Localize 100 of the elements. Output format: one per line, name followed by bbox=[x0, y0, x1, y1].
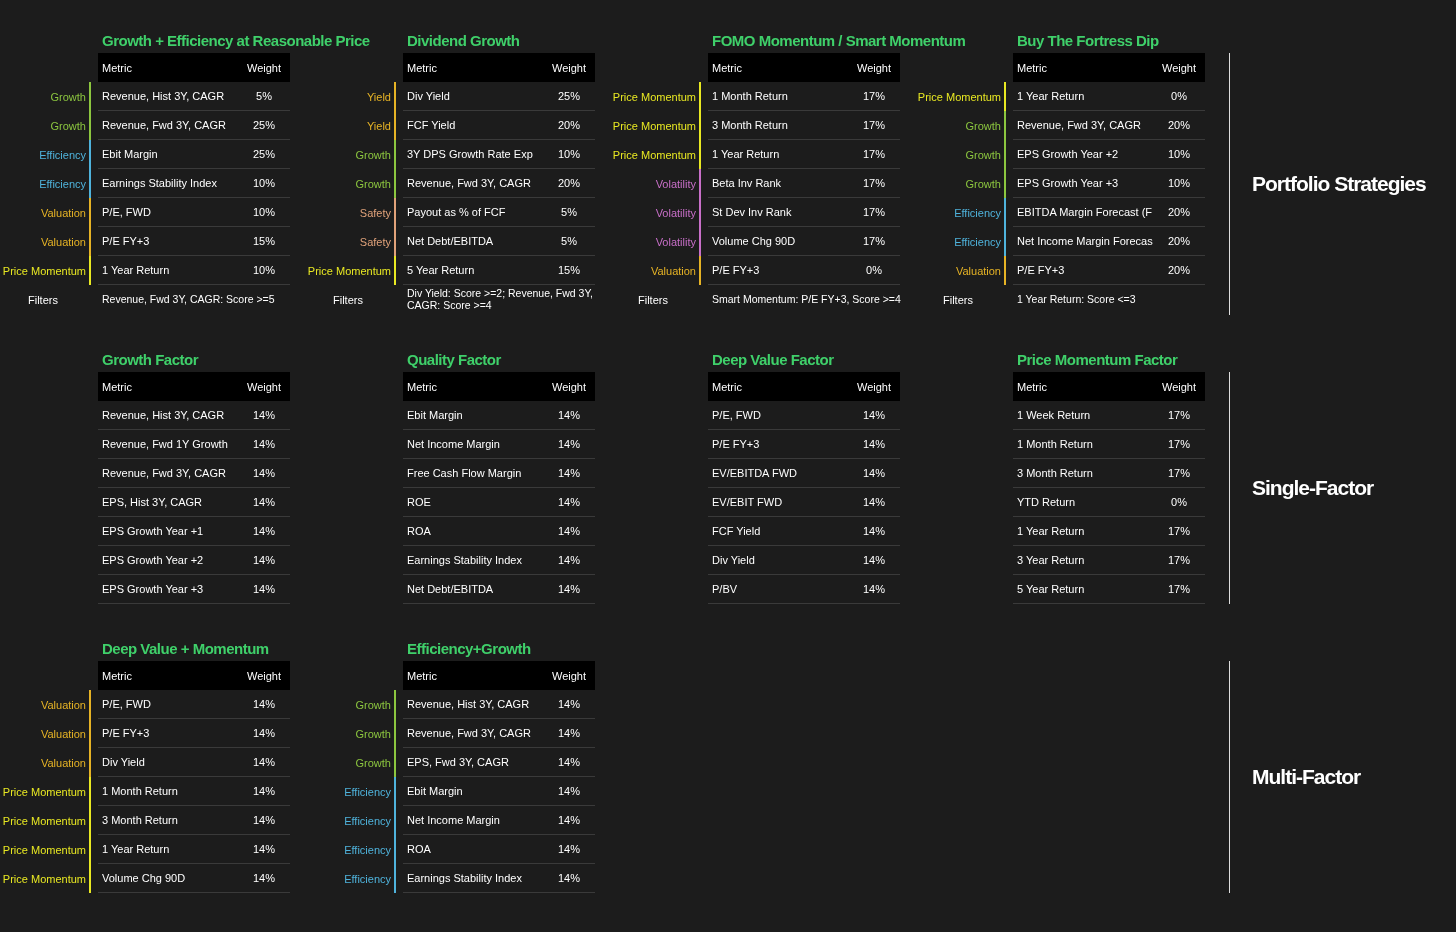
category-label: Growth bbox=[965, 177, 1001, 190]
weight-cell-text: 14% bbox=[862, 467, 886, 479]
category-label: Growth bbox=[50, 119, 86, 132]
metric-cell-text: EPS Growth Year +2 bbox=[101, 554, 205, 566]
metric-cell-text: Revenue, Fwd 3Y, CAGR bbox=[101, 467, 227, 479]
weight-cell-text: 15% bbox=[252, 235, 276, 247]
metric-cell-text: 1 Year Return bbox=[101, 264, 171, 276]
category-label: Price Momentum bbox=[2, 785, 86, 798]
metric-cell-text: EV/EBIT FWD bbox=[711, 496, 784, 508]
weight-cell-text: 20% bbox=[1167, 264, 1191, 276]
weight-cell-text: 0% bbox=[1170, 90, 1188, 102]
metric-cell-text: EPS Growth Year +1 bbox=[101, 525, 205, 537]
weight-cell-text: 14% bbox=[862, 409, 886, 421]
weight-cell-text: 14% bbox=[557, 496, 581, 508]
weight-cell-text: 25% bbox=[557, 90, 581, 102]
weight-cell-text: 14% bbox=[252, 698, 276, 710]
metric-cell-text: Ebit Margin bbox=[101, 148, 159, 160]
metric-cell-text: EPS, Hist 3Y, CAGR bbox=[101, 496, 204, 508]
strategy-title: Growth Factor bbox=[102, 350, 198, 368]
column-header: Metric bbox=[711, 380, 743, 393]
metric-cell-text: Beta Inv Rank bbox=[711, 177, 783, 189]
column-header: Weight bbox=[855, 61, 892, 74]
weight-cell-text: 14% bbox=[557, 872, 581, 884]
weight-cell-text: 17% bbox=[1167, 525, 1191, 537]
weight-cell-text: 17% bbox=[862, 235, 886, 247]
category-label: Growth bbox=[355, 148, 391, 161]
filters-label: Filters bbox=[943, 294, 973, 306]
weight-cell-text: 20% bbox=[1167, 119, 1191, 131]
column-header: Weight bbox=[1160, 380, 1197, 393]
category-label: Price Momentum bbox=[307, 264, 391, 277]
metric-cell-text: ROA bbox=[406, 525, 432, 537]
metric-cell-text: Revenue, Hist 3Y, CAGR bbox=[101, 409, 226, 421]
category-label: Price Momentum bbox=[2, 843, 86, 856]
group-title: Portfolio Strategies bbox=[1252, 172, 1426, 196]
weight-cell-text: 14% bbox=[862, 554, 886, 566]
category-label: Price Momentum bbox=[2, 814, 86, 827]
category-label: Valuation bbox=[40, 727, 86, 740]
weight-cell-text: 20% bbox=[557, 119, 581, 131]
category-label: Valuation bbox=[955, 264, 1001, 277]
category-label: Growth bbox=[50, 90, 86, 103]
category-label: Efficiency bbox=[39, 148, 86, 161]
weight-cell-text: 17% bbox=[862, 90, 886, 102]
metric-cell-text: Volume Chg 90D bbox=[101, 872, 187, 884]
metric-cell-text: 3 Month Return bbox=[1016, 467, 1094, 479]
weight-cell-text: 25% bbox=[252, 148, 276, 160]
strategy-title: Price Momentum Factor bbox=[1017, 350, 1178, 368]
weight-cell-text: 17% bbox=[1167, 467, 1191, 479]
weight-cell-text: 10% bbox=[557, 148, 581, 160]
category-label: Price Momentum bbox=[612, 148, 696, 161]
category-label: Growth bbox=[355, 177, 391, 190]
group-title: Multi-Factor bbox=[1252, 765, 1361, 789]
metric-cell-text: Div Yield bbox=[711, 554, 756, 566]
weight-cell-text: 10% bbox=[252, 206, 276, 218]
weight-cell-text: 14% bbox=[862, 438, 886, 450]
metric-cell-text: Revenue, Hist 3Y, CAGR bbox=[406, 698, 531, 710]
metric-cell-text: 5 Year Return bbox=[406, 264, 476, 276]
category-label: Valuation bbox=[40, 235, 86, 248]
weight-cell-text: 14% bbox=[557, 756, 581, 768]
category-label: Yield bbox=[366, 90, 391, 103]
weight-cell-text: 0% bbox=[865, 264, 883, 276]
filters-label: Filters bbox=[638, 294, 668, 306]
metric-cell-text: P/BV bbox=[711, 583, 739, 595]
metric-cell-text: 3 Month Return bbox=[101, 814, 179, 826]
metric-cell-text: P/E FY+3 bbox=[711, 264, 761, 276]
column-header: Metric bbox=[101, 61, 133, 74]
weight-cell-text: 17% bbox=[862, 148, 886, 160]
metric-cell-text: 1 Week Return bbox=[1016, 409, 1092, 421]
category-label: Volatility bbox=[655, 235, 696, 248]
category-label: Growth bbox=[355, 727, 391, 740]
weight-cell-text: 20% bbox=[1167, 235, 1191, 247]
metric-cell-text: P/E FY+3 bbox=[1016, 264, 1066, 276]
metric-cell-text: Revenue, Fwd 3Y, CAGR bbox=[101, 119, 227, 131]
column-header: Metric bbox=[101, 380, 133, 393]
strategy-title: Efficiency+Growth bbox=[407, 639, 531, 657]
metric-cell-text: Net Income Margin bbox=[406, 438, 501, 450]
weight-cell-text: 14% bbox=[252, 872, 276, 884]
metric-cell-text: EBITDA Margin Forecast (F bbox=[1016, 206, 1153, 218]
metric-cell-text: EPS Growth Year +2 bbox=[1016, 148, 1120, 160]
weight-cell-text: 14% bbox=[557, 785, 581, 797]
metric-cell-text: 1 Month Return bbox=[101, 785, 179, 797]
category-label: Growth bbox=[965, 119, 1001, 132]
weight-cell-text: 14% bbox=[252, 814, 276, 826]
category-label: Valuation bbox=[40, 698, 86, 711]
strategy-title: Quality Factor bbox=[407, 350, 501, 368]
column-header: Weight bbox=[550, 380, 587, 393]
strategy-title: Growth + Efficiency at Reasonable Price bbox=[102, 31, 370, 49]
strategy-title: Buy The Fortress Dip bbox=[1017, 31, 1159, 49]
filters-text: 1 Year Return: Score <=3 bbox=[1016, 292, 1137, 308]
metric-cell-text: FCF Yield bbox=[406, 119, 457, 131]
weight-cell-text: 14% bbox=[557, 409, 581, 421]
column-header: Metric bbox=[406, 669, 438, 682]
weight-cell-text: 14% bbox=[252, 467, 276, 479]
metric-cell-text: P/E FY+3 bbox=[711, 438, 761, 450]
group-title: Single-Factor bbox=[1252, 476, 1374, 500]
metric-cell-text: EPS, Fwd 3Y, CAGR bbox=[406, 756, 510, 768]
metric-cell-text: P/E, FWD bbox=[101, 698, 152, 710]
weight-cell-text: 14% bbox=[557, 467, 581, 479]
strategy-title: FOMO Momentum / Smart Momentum bbox=[712, 31, 966, 49]
weight-cell-text: 14% bbox=[252, 438, 276, 450]
metric-cell-text: EPS Growth Year +3 bbox=[101, 583, 205, 595]
